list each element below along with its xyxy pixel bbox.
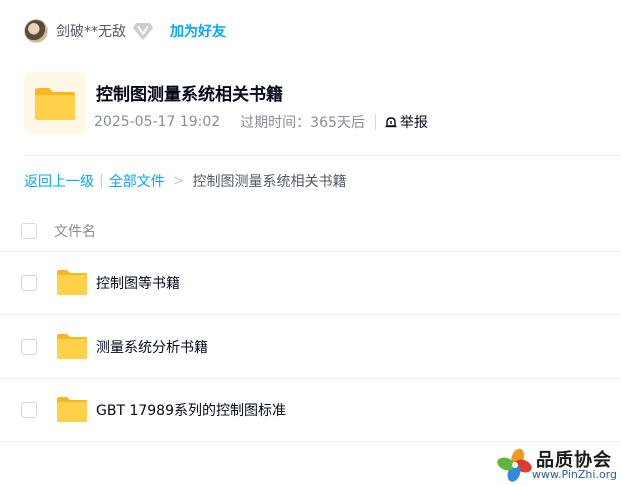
- folder-icon: [57, 334, 87, 359]
- file-name[interactable]: 测量系统分析书籍: [96, 337, 208, 357]
- folder-icon: [57, 270, 87, 295]
- breadcrumb-arrow: >: [172, 173, 185, 189]
- pinwheel-logo-icon: [497, 448, 532, 482]
- breadcrumb: 返回上一级 | 全部文件 > 控制图测量系统相关书籍: [24, 171, 346, 191]
- all-files-link[interactable]: 全部文件: [109, 171, 165, 191]
- breadcrumb-current: 控制图测量系统相关书籍: [192, 174, 347, 190]
- folder-icon: [57, 397, 87, 422]
- username[interactable]: 剑破**无敌: [56, 21, 126, 41]
- row-checkbox[interactable]: [21, 339, 37, 355]
- report-label: 举报: [399, 115, 428, 131]
- share-meta: 2025-05-17 19:02 过期时间：365天后 举报: [94, 112, 428, 132]
- row-checkbox[interactable]: [21, 402, 37, 418]
- select-all-checkbox[interactable]: [21, 223, 37, 239]
- alarm-icon: [385, 117, 397, 128]
- report-button[interactable]: 举报: [374, 114, 428, 131]
- file-list-header: 文件名: [0, 208, 621, 252]
- share-header: 控制图测量系统相关书籍 2025-05-17 19:02 过期时间：365天后 …: [24, 72, 621, 156]
- watermark: 品质协会 www.PinZhi.org: [496, 444, 618, 484]
- avatar[interactable]: [24, 19, 48, 43]
- file-row[interactable]: 测量系统分析书籍: [0, 315, 621, 379]
- back-link[interactable]: 返回上一级: [24, 171, 94, 191]
- add-friend-button[interactable]: 加为好友: [170, 21, 226, 41]
- expire-time: 过期时间：365天后: [240, 115, 365, 131]
- row-checkbox[interactable]: [21, 275, 37, 291]
- file-row[interactable]: 控制图等书籍: [0, 251, 621, 315]
- vip-diamond-icon: [133, 23, 153, 40]
- column-filename: 文件名: [54, 224, 96, 240]
- file-name[interactable]: GBT 17989系列的控制图标准: [96, 400, 286, 420]
- share-title: 控制图测量系统相关书籍: [96, 85, 283, 105]
- breadcrumb-separator: |: [99, 173, 104, 189]
- file-row[interactable]: GBT 17989系列的控制图标准: [0, 378, 621, 442]
- file-name[interactable]: 控制图等书籍: [96, 273, 180, 293]
- share-folder-thumbnail: [24, 72, 86, 134]
- share-date: 2025-05-17 19:02: [94, 114, 221, 130]
- user-row: 剑破**无敌 加为好友: [24, 18, 226, 44]
- watermark-url: www.PinZhi.org: [532, 468, 617, 481]
- folder-icon: [35, 88, 75, 120]
